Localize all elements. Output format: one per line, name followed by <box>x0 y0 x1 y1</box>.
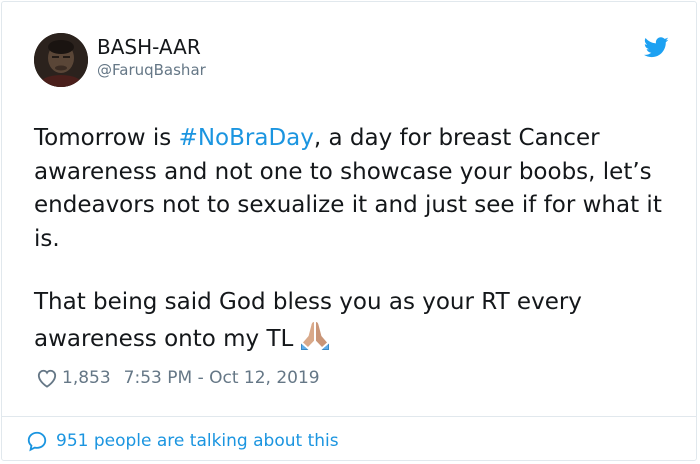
twitter-bird-icon[interactable] <box>644 37 669 58</box>
talking-about-text[interactable]: 951 people are talking about this <box>56 431 339 451</box>
profile-photo <box>34 33 88 87</box>
heart-icon[interactable] <box>36 368 58 388</box>
like-count[interactable]: 1,853 <box>62 368 111 388</box>
tweet-text: Tomorrow is #NoBraDay, a day for breast … <box>34 122 674 356</box>
folded-hands-icon <box>301 321 330 350</box>
author-handle[interactable]: @FaruqBashar <box>97 60 206 80</box>
author-display-name[interactable]: BASH-AAR <box>97 35 201 59</box>
conversation-link[interactable]: 951 people are talking about this <box>26 429 339 453</box>
tweet-paragraph-1: Tomorrow is #NoBraDay, a day for breast … <box>34 122 674 256</box>
avatar[interactable] <box>34 33 88 87</box>
divider <box>2 416 696 417</box>
tweet-meta: 1,853 7:53 PM - Oct 12, 2019 <box>36 366 320 390</box>
tweet-paragraph-2: That being said God bless you as your RT… <box>34 286 674 356</box>
tweet-card: BASH-AAR @FaruqBashar Tomorrow is #NoBra… <box>1 1 697 461</box>
timestamp[interactable]: 7:53 PM - Oct 12, 2019 <box>124 368 320 388</box>
tweet-text-start: Tomorrow is <box>34 125 179 151</box>
hashtag-link[interactable]: #NoBraDay <box>179 125 314 151</box>
comment-bubble-icon <box>27 431 47 452</box>
